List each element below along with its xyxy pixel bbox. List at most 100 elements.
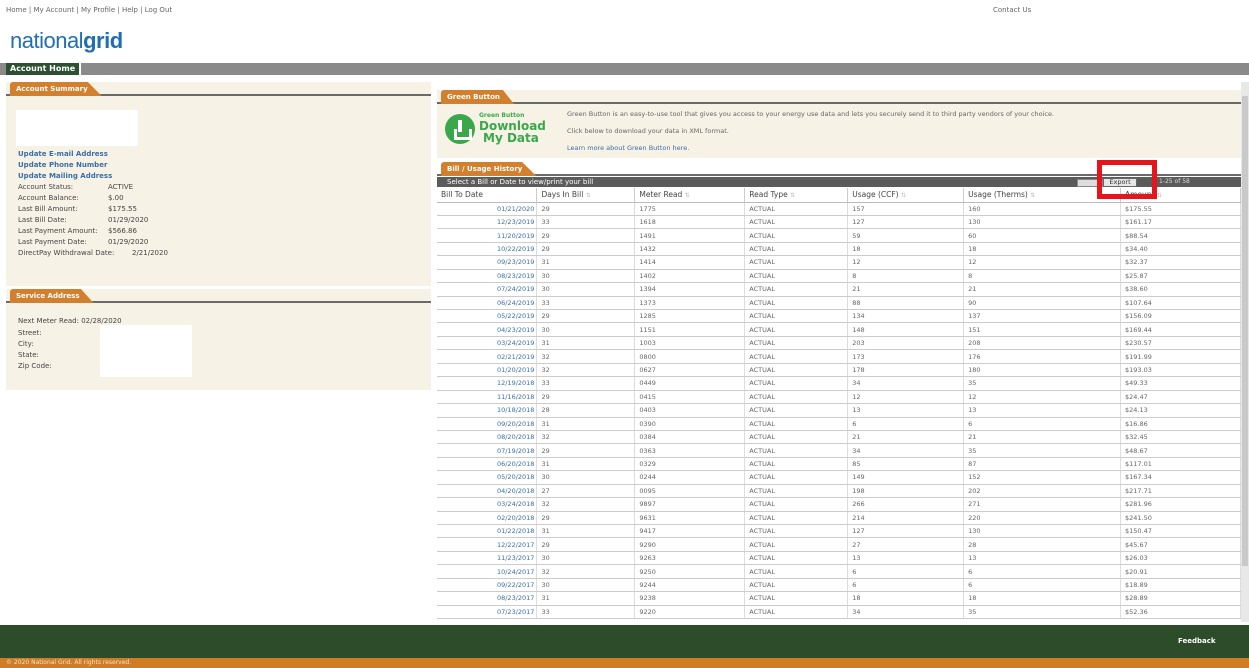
col-days-in-bill[interactable]: Days In Bill ⇅ (536, 188, 636, 203)
bill-date-link[interactable]: 11/16/2018 (437, 390, 538, 405)
pager-info[interactable]: 1-25 of 58 (1159, 178, 1190, 185)
bill-date-link[interactable]: 04/23/2019 (437, 322, 538, 337)
table-cell: 28 (536, 403, 636, 418)
bill-date-link[interactable]: 07/24/2019 (437, 282, 538, 297)
bill-date-link[interactable]: 02/20/2018 (437, 511, 538, 526)
update-phone-link[interactable]: Update Phone Number (18, 161, 107, 169)
page-scrollbar[interactable] (1241, 82, 1249, 622)
footer-bar: Feedback (0, 625, 1249, 658)
bill-date-link[interactable]: 12/23/2019 (437, 215, 538, 230)
table-row[interactable]: 01/22/2018 31 9417 ACTUAL 127 130 $150.47 (437, 524, 1241, 539)
table-row[interactable]: 11/20/2019 29 1491 ACTUAL 59 60 $88.54 (437, 228, 1241, 243)
col-usage-ccf[interactable]: Usage (CCF) ⇅ (847, 188, 965, 203)
bill-date-link[interactable]: 10/24/2017 (437, 564, 538, 579)
table-cell: $191.99 (1120, 349, 1241, 364)
bill-date-link[interactable]: 11/23/2017 (437, 551, 538, 566)
table-row[interactable]: 12/22/2017 29 9290 ACTUAL 27 28 $45.67 (437, 537, 1241, 552)
col-meter-read[interactable]: Meter Read ⇅ (634, 188, 746, 203)
bill-date-link[interactable]: 07/23/2017 (437, 605, 538, 620)
table-row[interactable]: 05/22/2019 29 1285 ACTUAL 134 137 $156.09 (437, 309, 1241, 324)
table-row[interactable]: 09/22/2017 30 9244 ACTUAL 6 6 $18.89 (437, 578, 1241, 593)
table-row[interactable]: 06/24/2019 33 1373 ACTUAL 88 90 $107.64 (437, 296, 1241, 311)
bill-date-link[interactable]: 08/20/2018 (437, 430, 538, 445)
update-email-link[interactable]: Update E-mail Address (18, 150, 108, 158)
tab-account-home[interactable]: Account Home (6, 63, 82, 75)
table-row[interactable]: 08/23/2017 31 9238 ACTUAL 18 18 $28.89 (437, 591, 1241, 606)
bill-date-link[interactable]: 07/19/2018 (437, 443, 538, 458)
table-row[interactable]: 09/23/2019 31 1414 ACTUAL 12 12 $32.37 (437, 255, 1241, 270)
table-row[interactable]: 04/23/2019 30 1151 ACTUAL 148 151 $169.44 (437, 322, 1241, 337)
contact-us-link[interactable]: Contact Us (993, 6, 1031, 14)
table-row[interactable]: 04/20/2018 27 0095 ACTUAL 198 202 $217.71 (437, 484, 1241, 499)
row-label: Last Payment Amount: (18, 227, 98, 235)
bill-date-link[interactable]: 01/20/2019 (437, 363, 538, 378)
feedback-link[interactable]: Feedback (1178, 637, 1216, 645)
bill-date-link[interactable]: 10/22/2019 (437, 242, 538, 257)
table-row[interactable]: 05/20/2018 30 0244 ACTUAL 149 152 $167.34 (437, 470, 1241, 485)
bill-date-link[interactable]: 05/22/2019 (437, 309, 538, 324)
table-cell: $107.64 (1120, 296, 1241, 311)
table-cell: 203 (847, 336, 965, 351)
table-row[interactable]: 01/21/2020 29 1775 ACTUAL 157 160 $175.55 (437, 202, 1241, 216)
col-read-type[interactable]: Read Type ⇅ (744, 188, 849, 203)
table-row[interactable]: 02/20/2018 29 9631 ACTUAL 214 220 $241.50 (437, 511, 1241, 526)
bill-date-link[interactable]: 12/22/2017 (437, 537, 538, 552)
table-row[interactable]: 11/23/2017 30 9263 ACTUAL 13 13 $26.03 (437, 551, 1241, 566)
bill-date-link[interactable]: 08/23/2017 (437, 591, 538, 606)
table-row[interactable]: 07/23/2017 33 9220 ACTUAL 34 35 $52.36 (437, 605, 1241, 620)
table-row[interactable]: 10/24/2017 32 9250 ACTUAL 6 6 $20.91 (437, 564, 1241, 579)
bill-date-link[interactable]: 01/22/2018 (437, 524, 538, 539)
bill-date-link[interactable]: 10/18/2018 (437, 403, 538, 418)
table-row[interactable]: 07/19/2018 29 0363 ACTUAL 34 35 $48.67 (437, 443, 1241, 458)
table-cell: 1432 (634, 242, 746, 257)
bill-date-link[interactable]: 05/20/2018 (437, 470, 538, 485)
bill-date-link[interactable]: 09/20/2018 (437, 417, 538, 431)
bill-date-link[interactable]: 06/20/2018 (437, 457, 538, 472)
table-row[interactable]: 03/24/2018 32 9897 ACTUAL 266 271 $281.96 (437, 497, 1241, 512)
table-row[interactable]: 10/22/2019 29 1432 ACTUAL 18 18 $34.40 (437, 242, 1241, 257)
table-row[interactable]: 03/24/2019 31 1003 ACTUAL 203 208 $230.57 (437, 336, 1241, 351)
table-cell: 30 (536, 470, 636, 485)
row-value: ACTIVE (108, 183, 134, 191)
table-row[interactable]: 07/24/2019 30 1394 ACTUAL 21 21 $38.60 (437, 282, 1241, 297)
table-cell: 59 (847, 228, 965, 243)
col-bill-to-date[interactable]: Bill To Date (437, 188, 538, 203)
green-button-learn-more-link[interactable]: Learn more about Green Button here. (567, 144, 689, 152)
national-grid-logo[interactable]: nationalgrid (10, 28, 123, 54)
top-links[interactable]: Home | My Account | My Profile | Help | … (6, 6, 172, 14)
bill-date-link[interactable]: 09/23/2019 (437, 255, 538, 270)
table-cell: 151 (963, 322, 1122, 337)
bill-date-link[interactable]: 06/24/2019 (437, 296, 538, 311)
table-row[interactable]: 02/21/2019 32 0800 ACTUAL 173 176 $191.99 (437, 349, 1241, 364)
bill-date-link[interactable]: 03/24/2019 (437, 336, 538, 351)
bill-date-link[interactable]: 09/22/2017 (437, 578, 538, 593)
table-cell: 157 (847, 202, 965, 216)
table-row[interactable]: 12/23/2019 33 1618 ACTUAL 127 130 $161.17 (437, 215, 1241, 230)
table-row[interactable]: 06/20/2018 31 0329 ACTUAL 85 87 $117.01 (437, 457, 1241, 472)
table-cell: $28.89 (1120, 591, 1241, 606)
table-row[interactable]: 10/18/2018 28 0403 ACTUAL 13 13 $24.13 (437, 403, 1241, 418)
table-row[interactable]: 01/20/2019 32 0627 ACTUAL 178 180 $193.03 (437, 363, 1241, 378)
bill-date-link[interactable]: 12/19/2018 (437, 376, 538, 391)
table-cell: 134 (847, 309, 965, 324)
bill-usage-history-panel: Bill / Usage History Select a Bill or Da… (437, 162, 1241, 622)
table-row[interactable]: 08/23/2019 30 1402 ACTUAL 8 8 $25.87 (437, 269, 1241, 284)
table-cell: 6 (963, 578, 1122, 593)
update-mailing-link[interactable]: Update Mailing Address (18, 172, 112, 180)
table-row[interactable]: 09/20/2018 31 0390 ACTUAL 6 6 $16.86 (437, 417, 1241, 431)
table-row[interactable]: 12/19/2018 33 0449 ACTUAL 34 35 $49.33 (437, 376, 1241, 391)
table-cell: $193.03 (1120, 363, 1241, 378)
bill-date-link[interactable]: 11/20/2019 (437, 228, 538, 243)
last-payment-amount-row: Last Payment Amount: $566.86 (18, 227, 137, 235)
scrollbar-thumb[interactable] (1242, 96, 1248, 566)
bill-date-link[interactable]: 04/20/2018 (437, 484, 538, 499)
table-cell: ACTUAL (744, 605, 849, 620)
bill-date-link[interactable]: 02/21/2019 (437, 349, 538, 364)
bill-date-link[interactable]: 03/24/2018 (437, 497, 538, 512)
bill-date-link[interactable]: 08/23/2019 (437, 269, 538, 284)
table-row[interactable]: 11/16/2018 29 0415 ACTUAL 12 12 $24.47 (437, 390, 1241, 405)
download-my-data-button[interactable]: Green Button Download My Data (445, 112, 553, 150)
table-row[interactable]: 08/20/2018 32 0384 ACTUAL 21 21 $32.45 (437, 430, 1241, 445)
table-cell: 198 (847, 484, 965, 499)
bill-date-link[interactable]: 01/21/2020 (437, 202, 538, 216)
